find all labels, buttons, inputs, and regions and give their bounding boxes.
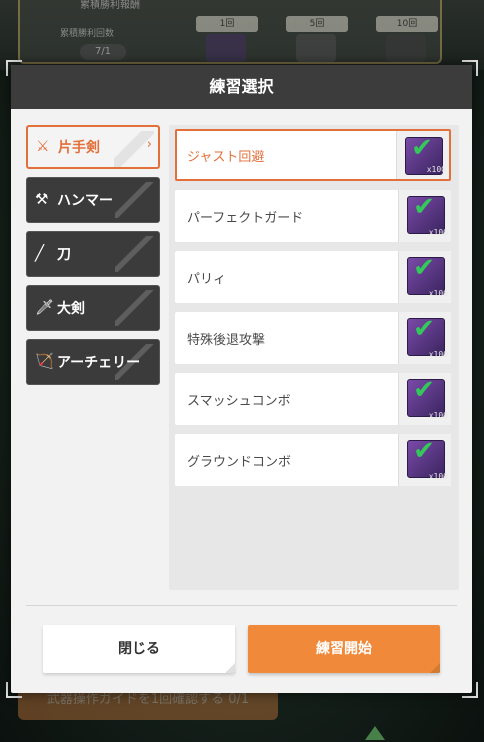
background-arrow-icon	[365, 726, 385, 740]
close-button[interactable]: 閉じる	[43, 625, 235, 673]
reward-quantity: x100	[426, 165, 446, 174]
background-tab: 5回	[286, 16, 348, 32]
category-hammer[interactable]: ⚒ ハンマー	[26, 177, 160, 223]
category-label: アーチェリー	[57, 355, 141, 371]
background-gem-icon	[296, 34, 336, 62]
background-reward-panel: 累積勝利報酬 累積勝利回数 7/1 1回 5回 10回	[18, 0, 442, 64]
reward-item: ✔ x100	[398, 251, 451, 303]
bow-icon: 🏹	[35, 352, 54, 370]
background-gem-icon	[386, 34, 426, 62]
background-count-label: 累積勝利回数	[60, 29, 115, 39]
reward-quantity: x100	[428, 350, 448, 359]
practice-label: パリィ	[187, 272, 227, 287]
practice-label: パーフェクトガード	[187, 211, 304, 226]
category-katana[interactable]: ╱ 刀	[26, 231, 160, 277]
hammer-icon: ⚒	[35, 190, 49, 208]
check-icon: ✔	[413, 436, 435, 466]
greatsword-icon: 🗡	[35, 298, 55, 316]
category-archery[interactable]: 🏹 アーチェリー	[26, 339, 160, 385]
check-icon: ✔	[413, 314, 435, 344]
reward-quantity: x100	[428, 228, 448, 237]
practice-item-ground-combo[interactable]: グラウンドコンボ ✔ x100	[175, 434, 451, 486]
category-one-handed-sword[interactable]: ⚔ 片手剣 ›	[26, 125, 160, 169]
weapon-art	[115, 182, 155, 218]
check-icon: ✔	[413, 192, 435, 222]
background-count-value: 7/1	[80, 44, 126, 60]
practice-label: グラウンドコンボ	[187, 455, 292, 470]
practice-item-just-evade[interactable]: ジャスト回避 ✔ x100	[175, 129, 451, 181]
background-panel-title: 累積勝利報酬	[80, 0, 140, 11]
practice-select-dialog: 練習選択 ⚔ 片手剣 › ⚒ ハンマー ╱ 刀 🗡 大剣 🏹 アーチェリー ジャ…	[11, 65, 472, 693]
start-practice-button[interactable]: 練習開始	[248, 625, 440, 673]
category-label: 刀	[57, 247, 71, 263]
weapon-category-list: ⚔ 片手剣 › ⚒ ハンマー ╱ 刀 🗡 大剣 🏹 アーチェリー	[26, 125, 160, 393]
practice-label: ジャスト回避	[187, 150, 265, 165]
katana-icon: ╱	[35, 244, 45, 262]
reward-item: ✔ x100	[398, 373, 451, 425]
category-label: ハンマー	[57, 193, 113, 209]
practice-item-special-retreat-attack[interactable]: 特殊後退攻撃 ✔ x100	[175, 312, 451, 364]
check-icon: ✔	[413, 375, 435, 405]
reward-quantity: x100	[428, 411, 448, 420]
practice-item-smash-combo[interactable]: スマッシュコンボ ✔ x100	[175, 373, 451, 425]
reward-quantity: x100	[428, 289, 448, 298]
reward-item: ✔ x100	[398, 190, 451, 242]
category-label: 大剣	[57, 301, 85, 317]
reward-quantity: x100	[428, 472, 448, 481]
practice-label: スマッシュコンボ	[187, 394, 291, 409]
reward-item: ✔ x100	[398, 312, 451, 364]
chevron-right-icon: ›	[146, 137, 152, 152]
sword-and-shield-icon: ⚔	[36, 137, 50, 155]
footer-divider	[26, 605, 457, 606]
practice-item-perfect-guard[interactable]: パーフェクトガード ✔ x100	[175, 190, 451, 242]
dialog-title: 練習選択	[11, 65, 472, 109]
background-gem-icon	[206, 34, 246, 62]
weapon-art	[115, 236, 155, 272]
practice-list: ジャスト回避 ✔ x100 パーフェクトガード ✔ x100 パリィ ✔ x10…	[169, 125, 459, 590]
category-label: 片手剣	[58, 140, 100, 156]
practice-label: 特殊後退攻撃	[187, 333, 266, 348]
reward-item: ✔ x100	[396, 131, 449, 179]
category-greatsword[interactable]: 🗡 大剣	[26, 285, 160, 331]
reward-item: ✔ x100	[398, 434, 451, 486]
background-tab: 1回	[196, 16, 258, 32]
practice-item-parry[interactable]: パリィ ✔ x100	[175, 251, 451, 303]
weapon-art	[115, 290, 155, 326]
check-icon: ✔	[411, 133, 433, 163]
check-icon: ✔	[413, 253, 435, 283]
background-tab: 10回	[376, 16, 438, 32]
